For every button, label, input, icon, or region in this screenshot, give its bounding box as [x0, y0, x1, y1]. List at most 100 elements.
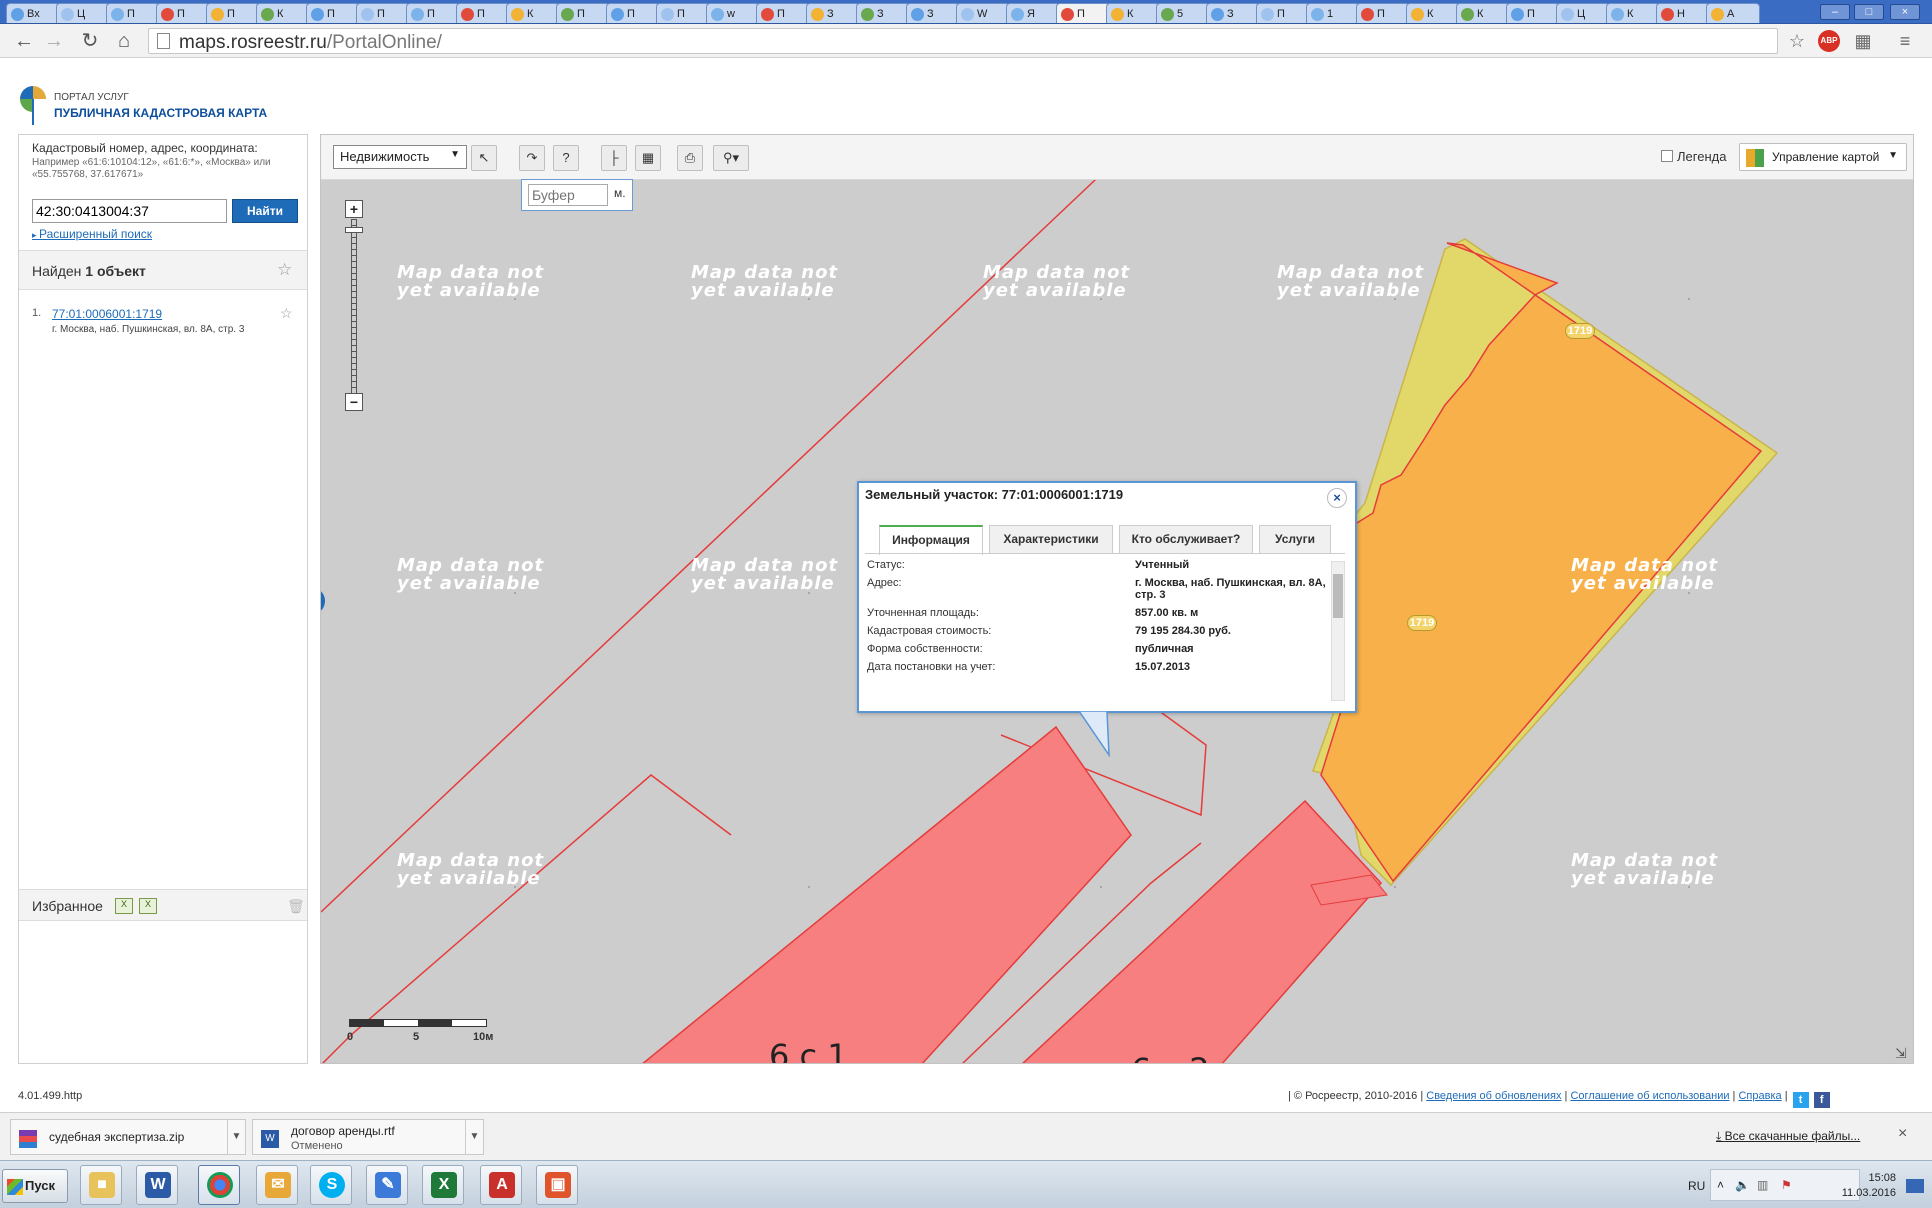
download-item[interactable]: W договор аренды.rtf Отменено ▼ [252, 1119, 484, 1155]
popup-scrollbar[interactable] [1331, 561, 1345, 701]
all-downloads-link[interactable]: ⤓ Все скачанные файлы... [1716, 1129, 1860, 1144]
zoom-slider-handle[interactable] [345, 227, 363, 233]
taskbar-skype[interactable]: S [310, 1165, 352, 1205]
map-management-button[interactable]: Управление картой ▼ [1739, 143, 1907, 171]
browser-tab[interactable]: З [906, 3, 960, 23]
legend-checkbox[interactable] [1661, 150, 1673, 162]
browser-tab[interactable]: П [656, 3, 710, 23]
browser-tab[interactable]: К [506, 3, 560, 23]
close-icon[interactable]: × [1898, 1125, 1907, 1143]
tray-expand-icon[interactable]: ˄ [1717, 1178, 1724, 1192]
buffer-input[interactable] [528, 184, 608, 206]
taskbar-explorer[interactable]: ■ [80, 1165, 122, 1205]
network-icon[interactable]: ▥ [1757, 1178, 1768, 1192]
browser-tab[interactable]: К [1406, 3, 1460, 23]
home-icon[interactable]: ⌂ [112, 29, 136, 53]
rosreestr-logo[interactable] [18, 84, 48, 126]
property-type-select[interactable]: Недвижимость ▼ [333, 145, 467, 169]
updates-link[interactable]: Сведения об обновлениях [1426, 1090, 1561, 1102]
taskbar-mail[interactable]: ✉ [256, 1165, 298, 1205]
browser-tab[interactable]: К [1106, 3, 1160, 23]
browser-tab[interactable]: З [856, 3, 910, 23]
taskbar-notes[interactable]: ✎ [366, 1165, 408, 1205]
tab-characteristics[interactable]: Характеристики [989, 525, 1113, 553]
facebook-icon[interactable]: f [1813, 1092, 1830, 1108]
identify-tool-icon[interactable]: ↖ [471, 145, 497, 171]
browser-tab[interactable]: Я [1006, 3, 1060, 23]
window-maximize-icon[interactable]: □ [1854, 4, 1884, 20]
browser-tab[interactable]: П [306, 3, 360, 23]
download-item[interactable]: судебная экспертиза.zip ▼ [10, 1119, 246, 1155]
zoom-out-button[interactable]: − [345, 393, 363, 411]
chevron-down-icon[interactable]: ▼ [227, 1120, 245, 1154]
back-icon[interactable]: ← [12, 29, 36, 53]
import-excel-icon[interactable]: X [115, 898, 133, 914]
browser-tab[interactable]: П [1056, 3, 1110, 23]
browser-tab[interactable]: 5 [1156, 3, 1210, 23]
browser-tab[interactable]: П [406, 3, 460, 23]
browser-tab[interactable]: К [256, 3, 310, 23]
show-desktop-button[interactable] [1906, 1179, 1924, 1193]
chevron-down-icon[interactable]: ▼ [465, 1120, 483, 1154]
browser-tab[interactable]: А [1706, 3, 1760, 23]
browser-tab[interactable]: К [1606, 3, 1660, 23]
browser-tab[interactable]: П [606, 3, 660, 23]
taskbar-chrome[interactable] [198, 1165, 240, 1205]
legend-toggle[interactable]: Легенда [1661, 149, 1726, 164]
browser-tab[interactable]: W [956, 3, 1010, 23]
ruler-tool-icon[interactable]: ├ [601, 145, 627, 171]
taskbar-excel[interactable]: X [422, 1165, 464, 1205]
window-minimize-icon[interactable]: – [1820, 4, 1850, 20]
taskbar-acrobat[interactable]: A [480, 1165, 522, 1205]
favorite-all-star-icon[interactable]: ☆ [277, 260, 292, 280]
volume-icon[interactable]: 🔈 [1735, 1178, 1750, 1192]
browser-tab[interactable]: П [356, 3, 410, 23]
browser-tab[interactable]: П [156, 3, 210, 23]
browser-tab[interactable]: П [106, 3, 160, 23]
browser-tab[interactable]: Н [1656, 3, 1710, 23]
print-icon[interactable]: ⎙ [677, 145, 703, 171]
search-input[interactable] [32, 199, 227, 223]
browser-tab[interactable]: Ц [56, 3, 110, 23]
favorite-star-icon[interactable]: ☆ [280, 305, 293, 322]
flag-icon[interactable]: ⚑ [1781, 1178, 1792, 1192]
browser-tab[interactable]: П [206, 3, 260, 23]
language-indicator[interactable]: RU [1688, 1179, 1705, 1193]
trash-icon[interactable]: 🗑 [287, 898, 305, 915]
browser-tab[interactable]: П [1356, 3, 1410, 23]
taskbar-word[interactable]: W [136, 1165, 178, 1205]
bookmark-star-icon[interactable]: ☆ [1786, 30, 1808, 52]
clock[interactable]: 15:08 11.03.2016 [1830, 1171, 1896, 1201]
reload-icon[interactable]: ↻ [78, 29, 102, 53]
browser-tab[interactable]: П [556, 3, 610, 23]
tab-who-serves[interactable]: Кто обслуживает? [1119, 525, 1253, 553]
twitter-icon[interactable]: t [1792, 1092, 1809, 1108]
close-icon[interactable]: × [1327, 488, 1347, 508]
browser-tab[interactable]: П [756, 3, 810, 23]
tab-services[interactable]: Услуги [1259, 525, 1331, 553]
scrollbar-thumb[interactable] [1333, 574, 1343, 618]
start-button[interactable]: Пуск [2, 1169, 68, 1203]
map-view[interactable]: Map data not yet available Map data not ye… [320, 134, 1914, 1064]
menu-icon[interactable]: ≡ [1894, 30, 1916, 52]
forward-icon[interactable]: → [42, 29, 66, 53]
adblock-icon[interactable]: ABP [1818, 30, 1840, 52]
find-button[interactable]: Найти [232, 199, 298, 223]
browser-tab[interactable]: З [1206, 3, 1260, 23]
export-excel-icon[interactable]: X [139, 898, 157, 914]
fullscreen-icon[interactable]: ⇲ [1895, 1045, 1907, 1062]
layers-tool-icon[interactable]: ▦ [635, 145, 661, 171]
browser-tab[interactable]: П [1506, 3, 1560, 23]
zoom-slider[interactable] [351, 219, 357, 393]
help-link[interactable]: Справка [1738, 1090, 1781, 1102]
portal-title[interactable]: ПУБЛИЧНАЯ КАДАСТРОВАЯ КАРТА [54, 106, 267, 120]
browser-tab[interactable]: Вх [6, 3, 60, 23]
url-field[interactable]: maps.rosreestr.ru/PortalOnline/ [148, 28, 1778, 54]
info-tool-icon[interactable]: ? [553, 145, 579, 171]
browser-tab[interactable]: П [456, 3, 510, 23]
building-6c1[interactable] [641, 725, 1132, 1064]
browser-tab[interactable]: П [1256, 3, 1310, 23]
result-link[interactable]: 77:01:0006001:1719 [52, 307, 162, 321]
browser-tab[interactable]: Ц [1556, 3, 1610, 23]
measure-tool-icon[interactable]: ↷ [519, 145, 545, 171]
